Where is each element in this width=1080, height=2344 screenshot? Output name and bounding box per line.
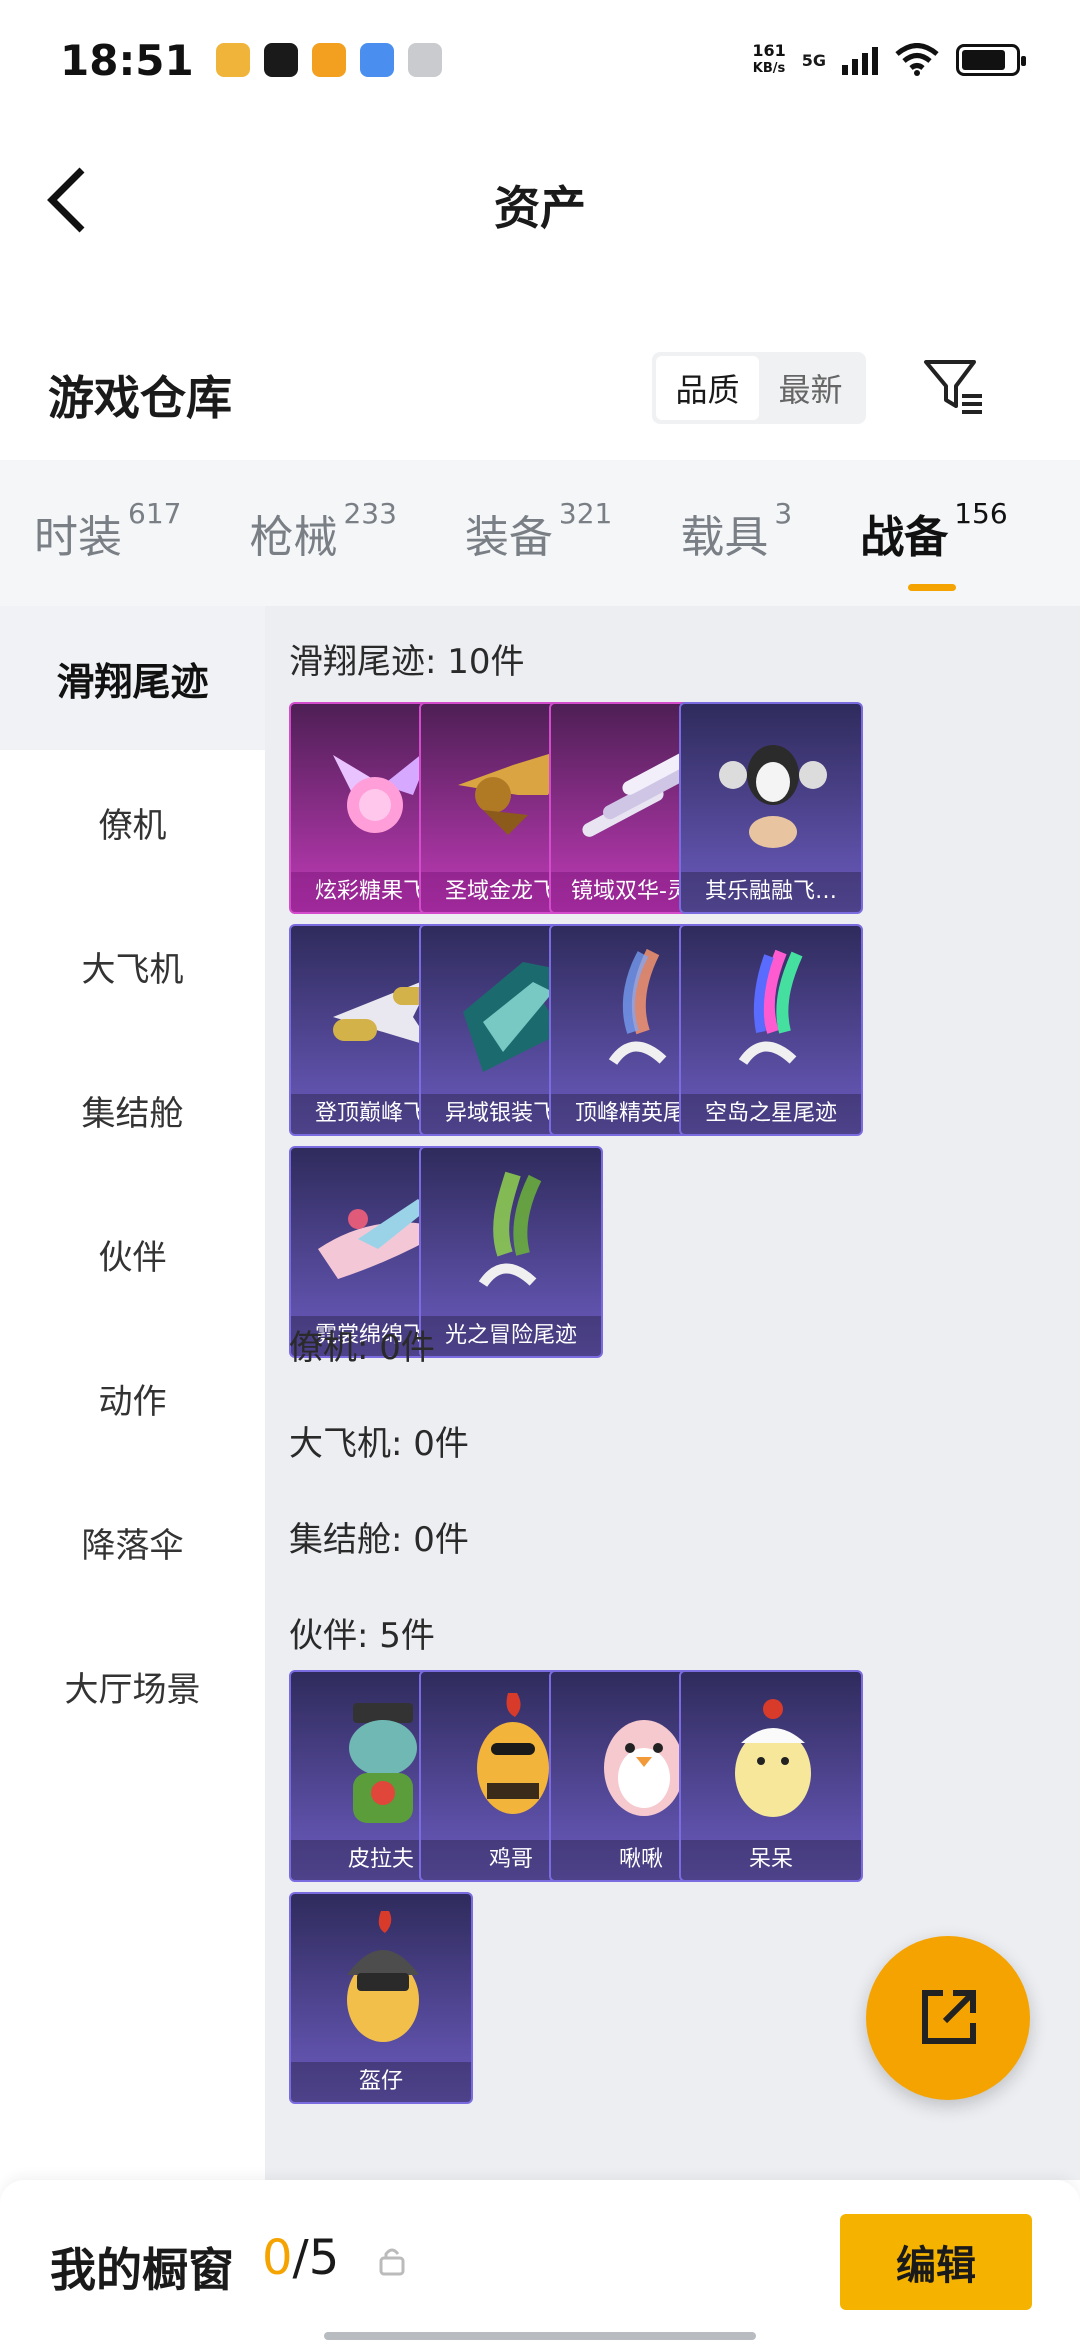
speed-value: 161 xyxy=(752,41,786,60)
penguin-icon xyxy=(681,704,861,876)
app-notification-icon xyxy=(215,43,250,77)
item-name: 其乐融融飞… xyxy=(681,872,861,912)
tab-count: 321 xyxy=(558,497,613,530)
network-type: 5G xyxy=(801,50,826,70)
status-bar: 18:51 161 KB/s 5G xyxy=(0,0,1080,120)
home-indicator xyxy=(324,2332,756,2340)
section-title: 伙伴: 5件 xyxy=(289,1616,435,1656)
active-tab-indicator xyxy=(908,584,957,591)
sidebar-item-assembly-pod[interactable]: 集结舱 xyxy=(0,1038,265,1182)
item-name: 盔仔 xyxy=(291,2062,471,2102)
item-card[interactable]: 其乐融融飞… xyxy=(679,702,863,914)
edit-button[interactable]: 编辑 xyxy=(840,2214,1032,2310)
page-title: 资产 xyxy=(494,181,586,235)
section-title: 滑翔尾迹: 10件 xyxy=(289,642,525,682)
item-card[interactable]: 光之冒险尾迹 xyxy=(419,1146,603,1358)
lock-icon xyxy=(379,2248,405,2276)
tab-equipment[interactable]: 装备 321 xyxy=(464,497,612,565)
app-notification-icon xyxy=(359,43,394,77)
tab-fashion[interactable]: 时装 617 xyxy=(34,497,181,565)
showcase-title: 我的橱窗 xyxy=(50,2243,234,2297)
sort-quality-button[interactable]: 品质 xyxy=(656,356,759,420)
speed-unit: KB/s xyxy=(752,61,786,76)
tab-vehicles[interactable]: 载具 3 xyxy=(680,497,792,565)
tab-label: 装备 xyxy=(464,512,553,563)
warehouse-title: 游戏仓库 xyxy=(48,371,232,425)
tab-count: 617 xyxy=(128,497,182,530)
top-bar: 资产 xyxy=(0,120,1080,280)
showcase-total: /5 xyxy=(292,2230,340,2286)
showcase-current: 0 xyxy=(262,2230,293,2286)
tab-label: 时装 xyxy=(34,512,122,563)
sidebar-item-partner[interactable]: 伙伴 xyxy=(0,1182,265,1326)
item-name: 呆呆 xyxy=(681,1840,861,1880)
sidebar-item-glide-trail[interactable]: 滑翔尾迹 xyxy=(0,606,265,750)
network-speed: 161 KB/s xyxy=(752,42,785,78)
tab-count: 3 xyxy=(774,497,793,530)
section-title: 僚机: 0件 xyxy=(289,1328,435,1368)
sidebar-item-parachute[interactable]: 降落伞 xyxy=(0,1470,265,1614)
notification-icons xyxy=(215,43,442,77)
item-name: 光之冒险尾迹 xyxy=(421,1316,601,1356)
rainbow-trail-icon xyxy=(681,926,861,1098)
category-tabs: 时装 617 枪械 233 装备 321 载具 3 战备 156 xyxy=(0,460,1080,606)
sidebar-item-big-plane[interactable]: 大飞机 xyxy=(0,894,265,1038)
tab-count: 233 xyxy=(343,497,397,530)
sidebar-item-wingman[interactable]: 僚机 xyxy=(0,750,265,894)
status-time: 18:51 xyxy=(60,35,194,85)
wifi-icon xyxy=(895,43,939,76)
battery-icon xyxy=(956,44,1026,76)
app-notification-icon xyxy=(311,43,346,77)
tab-combat-gear[interactable]: 战备 156 xyxy=(860,497,1008,591)
showcase-count: 0/5 xyxy=(262,2230,339,2286)
share-button[interactable] xyxy=(866,1936,1030,2100)
tab-label: 战备 xyxy=(860,512,949,563)
item-name: 空岛之星尾迹 xyxy=(681,1094,861,1134)
section-title: 大飞机: 0件 xyxy=(289,1424,469,1464)
helmet-chick-icon xyxy=(291,1894,471,2066)
item-card[interactable]: 盔仔 xyxy=(289,1892,473,2104)
share-icon xyxy=(922,1990,976,2044)
tab-label: 枪械 xyxy=(249,512,338,563)
sort-newest-button[interactable]: 最新 xyxy=(759,356,862,420)
sidebar: 滑翔尾迹 僚机 大飞机 集结舱 伙伴 动作 降落伞 大厅场景 xyxy=(0,606,265,2180)
section-title: 集结舱: 0件 xyxy=(289,1520,469,1560)
item-card[interactable]: 呆呆 xyxy=(679,1670,863,1882)
green-trail-icon xyxy=(421,1148,601,1320)
sidebar-item-emote[interactable]: 动作 xyxy=(0,1326,265,1470)
settings-notification-icon xyxy=(407,43,442,77)
signal-icon xyxy=(842,45,878,75)
chick-icon xyxy=(681,1672,861,1844)
tab-count: 156 xyxy=(954,497,1008,530)
sort-toggle: 品质 最新 xyxy=(652,352,866,424)
sidebar-item-lobby-scene[interactable]: 大厅场景 xyxy=(0,1614,265,1758)
tab-guns[interactable]: 枪械 233 xyxy=(249,497,396,565)
showcase-bar: 我的橱窗 0/5 编辑 xyxy=(0,2180,1080,2344)
warehouse-header: 游戏仓库 品质 最新 xyxy=(0,340,1080,460)
item-card[interactable]: 空岛之星尾迹 xyxy=(679,924,863,1136)
tab-label: 载具 xyxy=(680,512,769,563)
app-notification-icon xyxy=(263,43,298,77)
filter-icon[interactable] xyxy=(922,356,986,416)
